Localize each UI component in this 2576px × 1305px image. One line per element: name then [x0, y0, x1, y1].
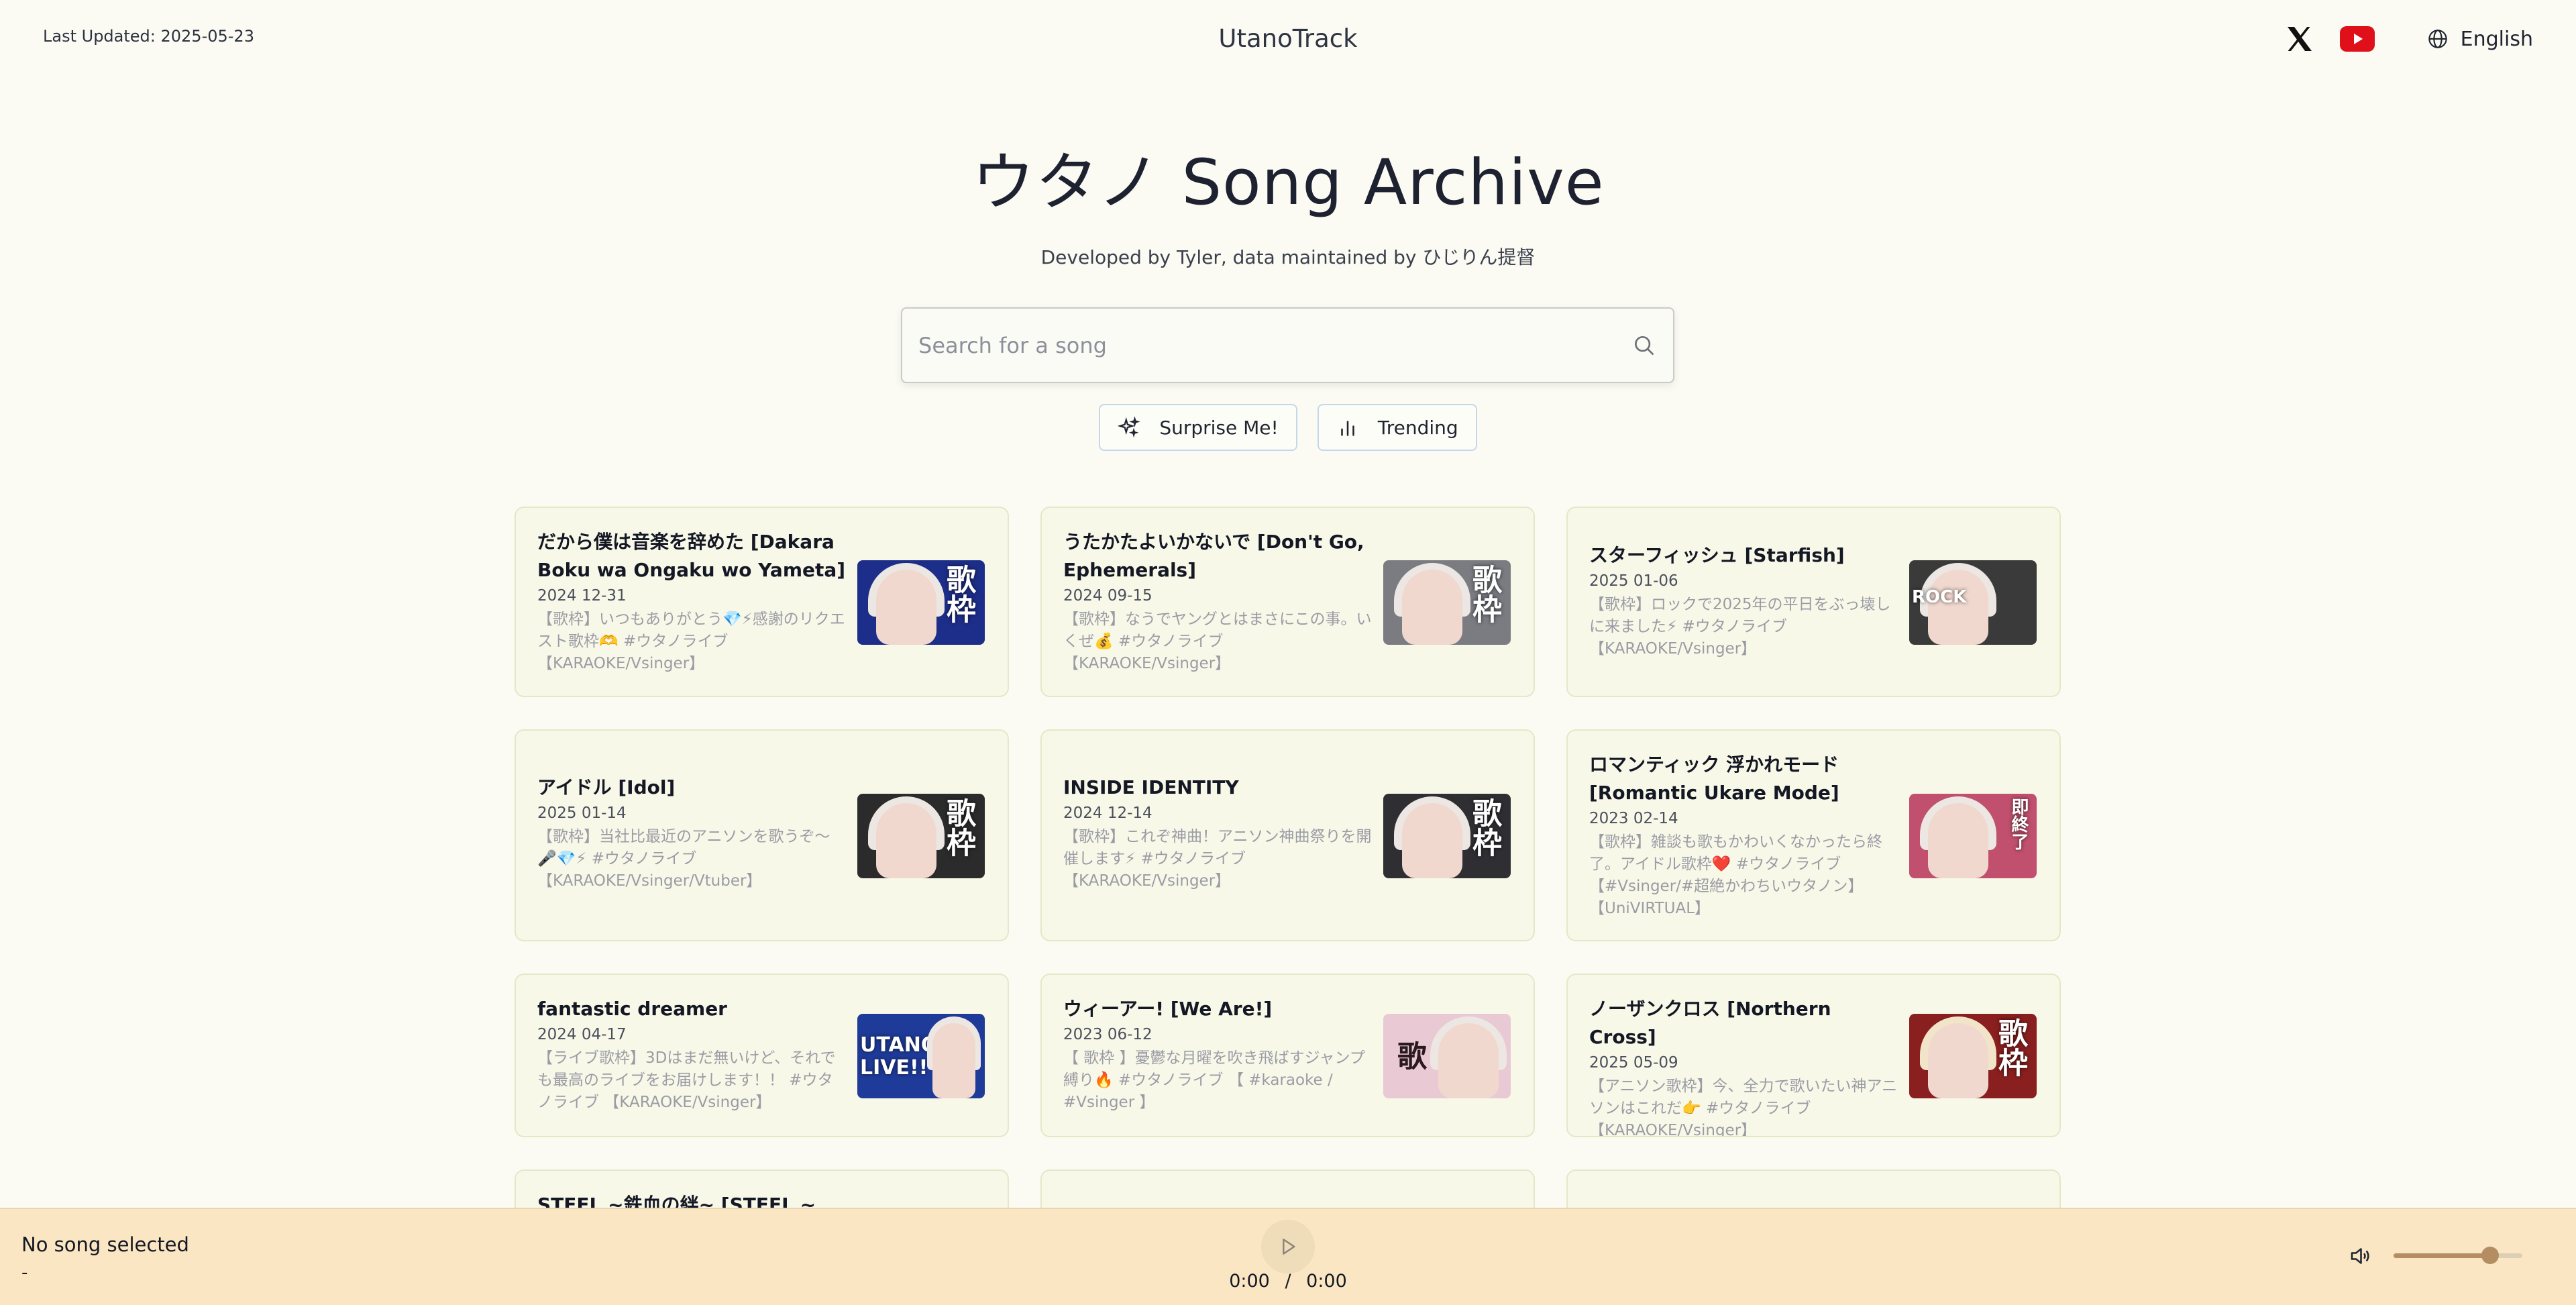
song-source: 【歌枠】なうでヤングとはまさにこの事。いくぜ💰 #ウタノライブ 【KARAOKE… — [1063, 611, 1372, 672]
surprise-me-button[interactable]: Surprise Me! — [1099, 404, 1297, 451]
quick-actions: Surprise Me! Trending — [0, 404, 2576, 451]
video-thumbnail: 歌枠 — [857, 794, 985, 878]
now-playing-artist: - — [21, 1263, 28, 1283]
song-card[interactable]: スターフィッシュ [Starfish] 2025 01-06 【歌枠】ロックで2… — [1566, 507, 2061, 697]
song-date: 2025 05-09 — [1589, 1054, 1678, 1072]
song-source: 【歌枠】これぞ神曲！アニソン神曲祭りを開催します⚡ #ウタノライブ 【KARAO… — [1063, 828, 1372, 890]
song-card[interactable] — [1040, 1169, 1535, 1209]
page-subtitle: Developed by Tyler, data maintained by ひ… — [1040, 246, 1536, 268]
volume-fill — [2394, 1253, 2490, 1258]
song-title: アイドル [Idol] — [537, 776, 676, 798]
volume-handle[interactable] — [2481, 1247, 2499, 1264]
song-card[interactable] — [1566, 1169, 2061, 1209]
trending-button[interactable]: Trending — [1317, 404, 1477, 451]
hero: ウタノ Song Archive Developed by Tyler, dat… — [0, 132, 2576, 270]
video-thumbnail: UTANO LIVE!! — [857, 1014, 985, 1098]
current-time: 0:00 — [1229, 1271, 1270, 1292]
duration: 0:00 — [1306, 1271, 1347, 1292]
volume-slider[interactable] — [2394, 1247, 2522, 1264]
play-button[interactable] — [1261, 1220, 1315, 1273]
song-source: 【歌枠】雑談も歌もかわいくなかったら終了。アイドル歌枠❤️ #ウタノライブ 【#… — [1589, 833, 1882, 917]
song-source: 【 歌枠 】憂鬱な月曜を吹き飛ばすジャンプ縛り🔥 #ウタノライブ 【 #kara… — [1063, 1049, 1365, 1111]
time-separator: / — [1285, 1271, 1291, 1292]
song-title: うたかたよいかないで [Don't Go, Ephemerals] — [1063, 531, 1364, 581]
song-date: 2023 02-14 — [1589, 810, 1678, 827]
song-title: だから僕は音楽を辞めた [Dakara Boku wa Ongaku wo Ya… — [537, 531, 846, 581]
search-icon[interactable] — [1631, 333, 1657, 358]
video-thumbnail: 歌枠 — [857, 560, 985, 645]
song-source: 【歌枠】当社比最近のアニソンを歌うぞ〜🎤💎⚡ #ウタノライブ 【KARAOKE/… — [537, 828, 830, 890]
volume-icon[interactable] — [2348, 1244, 2372, 1268]
language-selector[interactable]: English — [2427, 28, 2533, 51]
brand-name[interactable]: UtanoTrack — [0, 24, 2576, 53]
video-thumbnail: 歌枠 — [1383, 794, 1511, 878]
song-date: 2025 01-14 — [537, 804, 627, 822]
song-title: fantastic dreamer — [537, 998, 727, 1020]
video-thumbnail: ROCK — [1909, 560, 2037, 645]
song-date: 2025 01-06 — [1589, 572, 1678, 590]
video-thumbnail: 歌 — [1383, 1014, 1511, 1098]
song-source: 【ライブ歌枠】3Dはまだ無いけど、それでも最高のライブをお届けします！！ #ウタ… — [537, 1049, 836, 1111]
song-date: 2024 04-17 — [537, 1026, 627, 1043]
bar-chart-icon — [1340, 421, 1354, 436]
search-box — [901, 307, 1674, 383]
song-card[interactable]: INSIDE IDENTITY 2024 12-14 【歌枠】これぞ神曲！アニソ… — [1040, 729, 1535, 941]
song-card[interactable]: ノーザンクロス [Northern Cross] 2025 05-09 【アニソ… — [1566, 974, 2061, 1137]
song-source: 【歌枠】ロックで2025年の平日をぶっ壊しに来ました⚡ #ウタノライブ 【KAR… — [1589, 596, 1891, 658]
song-date: 2024 12-31 — [537, 587, 627, 605]
sparkles-icon — [1118, 416, 1140, 438]
song-title: ノーザンクロス [Northern Cross] — [1589, 998, 1831, 1048]
song-source: 【アニソン歌枠】今、全力で歌いたい神アニソンはこれだ👉 #ウタノライブ 【KAR… — [1589, 1078, 1898, 1137]
song-card[interactable]: STEEL ~鉄血の絆~ [STEEL ~ — [515, 1169, 1009, 1209]
trending-label: Trending — [1377, 416, 1458, 439]
song-card[interactable]: ウィーアー! [We Are!] 2023 06-12 【 歌枠 】憂鬱な月曜を… — [1040, 974, 1535, 1137]
now-playing-title: No song selected — [21, 1233, 189, 1256]
surprise-me-label: Surprise Me! — [1159, 416, 1279, 439]
video-thumbnail: 歌枠 — [1383, 560, 1511, 645]
song-source: 【歌枠】いつもありがとう💎⚡感謝のリクエスト歌枠🫶 #ウタノライブ 【KARAO… — [537, 611, 845, 672]
song-date: 2024 12-14 — [1063, 804, 1152, 822]
playback-time: 0:00 / 0:00 — [1228, 1271, 1348, 1292]
song-date: 2023 06-12 — [1063, 1026, 1152, 1043]
song-card[interactable]: fantastic dreamer 2024 04-17 【ライブ歌枠】3Dはま… — [515, 974, 1009, 1137]
song-card[interactable]: だから僕は音楽を辞めた [Dakara Boku wa Ongaku wo Ya… — [515, 507, 1009, 697]
song-title: スターフィッシュ [Starfish] — [1589, 544, 1845, 566]
video-thumbnail: 即終了 — [1909, 794, 2037, 878]
video-thumbnail: 歌枠 — [1909, 1014, 2037, 1098]
audio-player: No song selected - 0:00 / 0:00 — [0, 1208, 2576, 1305]
song-date: 2024 09-15 — [1063, 587, 1152, 605]
song-title: STEEL ~鉄血の絆~ [STEEL ~ — [537, 1194, 816, 1209]
play-icon — [1283, 1239, 1295, 1255]
song-title: ウィーアー! [We Are!] — [1063, 998, 1273, 1020]
language-label: English — [2460, 27, 2533, 51]
song-grid: だから僕は音楽を辞めた [Dakara Boku wa Ongaku wo Ya… — [515, 507, 2061, 1209]
search-input[interactable] — [918, 332, 1631, 358]
song-card[interactable]: ロマンティック 浮かれモード [Romantic Ukare Mode] 202… — [1566, 729, 2061, 941]
youtube-icon[interactable] — [2339, 26, 2375, 52]
song-card[interactable]: うたかたよいかないで [Don't Go, Ephemerals] 2024 0… — [1040, 507, 1535, 697]
globe-icon — [2428, 30, 2447, 48]
top-actions: English — [2284, 23, 2533, 55]
song-card[interactable]: アイドル [Idol] 2025 01-14 【歌枠】当社比最近のアニソンを歌う… — [515, 729, 1009, 941]
song-title: ロマンティック 浮かれモード [Romantic Ukare Mode] — [1589, 753, 1839, 804]
page-title: ウタノ Song Archive — [971, 146, 1605, 219]
top-bar: Last Updated: 2025-05-23 UtanoTrack Engl… — [0, 0, 2576, 79]
song-title: INSIDE IDENTITY — [1063, 776, 1239, 798]
x-icon[interactable] — [2284, 23, 2316, 55]
